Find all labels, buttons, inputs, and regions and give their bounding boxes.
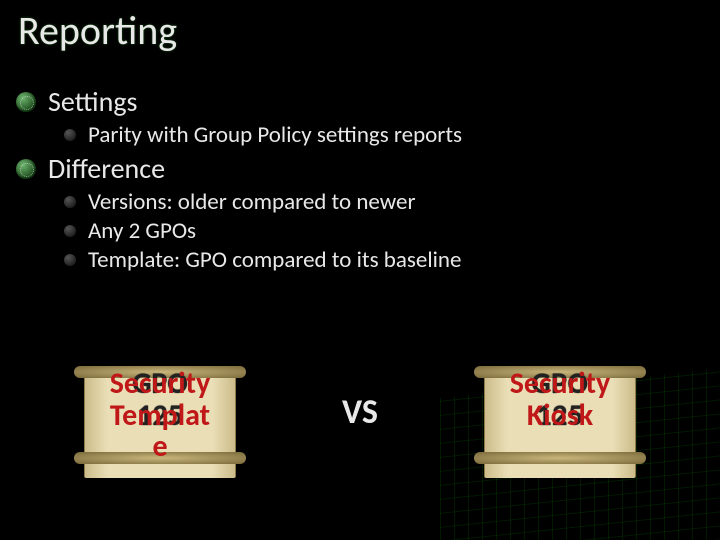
sub-bullet: Versions: older compared to newer — [64, 188, 704, 216]
vs-label: VS — [342, 392, 378, 433]
comparison-row: GPO 125 Security Templat e VS GPO — [70, 360, 650, 510]
text: Kiosk — [527, 397, 593, 434]
bullet-label: Settings — [48, 84, 137, 119]
right-label: GPO 125 Security Kiosk — [470, 368, 650, 431]
sub-bullet: Parity with Group Policy settings report… — [64, 121, 704, 149]
bullet-icon — [16, 92, 36, 112]
slide: Reporting Settings Parity with Group Pol… — [0, 0, 720, 540]
left-front-text: Security Templat e — [70, 368, 250, 463]
sub-bullet-icon — [64, 196, 76, 208]
sub-bullet-text: Parity with Group Policy settings report… — [88, 121, 462, 149]
scroll-right: GPO 125 Security Kiosk — [470, 360, 650, 510]
bullet-icon — [16, 159, 36, 179]
slide-title: Reporting — [18, 6, 177, 55]
sub-bullet: Any 2 GPOs — [64, 217, 704, 245]
sub-bullet-icon — [64, 254, 76, 266]
content-area: Settings Parity with Group Policy settin… — [16, 82, 704, 275]
sub-bullet-icon — [64, 225, 76, 237]
sub-bullet-text: Template: GPO compared to its baseline — [88, 246, 461, 274]
sub-bullet-icon — [64, 129, 76, 141]
left-label: GPO 125 Security Templat e — [70, 368, 250, 431]
bullet-settings: Settings — [16, 84, 704, 119]
sub-bullet-text: Versions: older compared to newer — [88, 188, 415, 216]
text: e — [152, 428, 167, 465]
right-front-text: Security Kiosk — [470, 368, 650, 431]
bullet-difference: Difference — [16, 151, 704, 186]
scroll-left: GPO 125 Security Templat e — [70, 360, 250, 510]
sub-bullet-text: Any 2 GPOs — [88, 217, 196, 245]
sub-bullet: Template: GPO compared to its baseline — [64, 246, 704, 274]
scroll-rod-bottom — [474, 452, 646, 464]
bullet-label: Difference — [48, 151, 165, 186]
